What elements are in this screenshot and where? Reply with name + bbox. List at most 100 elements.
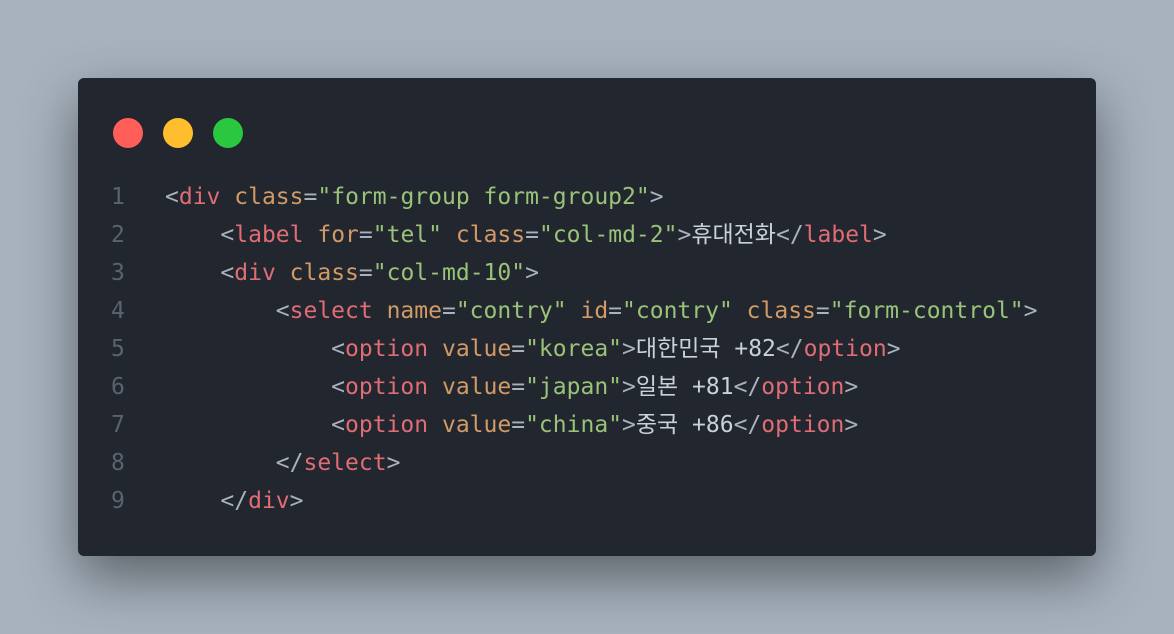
code-line: 8 </select> xyxy=(78,444,1096,482)
code-text: <option value="china">중국 +86</option> xyxy=(165,406,858,444)
code-token-str: "form-control" xyxy=(829,298,1024,324)
code-token-punc: = xyxy=(303,184,318,210)
code-token-str: "china" xyxy=(525,412,623,438)
code-token-punc: > xyxy=(289,488,304,514)
code-token-punc: < xyxy=(165,374,346,400)
code-token-attr: class xyxy=(746,298,816,324)
code-token-str: "korea" xyxy=(525,336,623,362)
code-token-punc xyxy=(733,298,747,324)
code-token-attr: value xyxy=(441,374,512,400)
line-number: 3 xyxy=(111,260,125,286)
line-number: 1 xyxy=(111,184,125,210)
code-block: 1 <div class="form-group form-group2"> 2 <… xyxy=(78,178,1096,520)
code-token-punc xyxy=(428,336,442,362)
code-token-tag: option xyxy=(345,374,429,400)
code-token-punc xyxy=(373,298,387,324)
code-token-tag: option xyxy=(345,412,429,438)
code-line: 7 <option value="china">중국 +86</option> xyxy=(78,406,1096,444)
code-token-punc: > xyxy=(622,374,636,400)
line-number: 9 xyxy=(111,488,125,514)
code-token-punc: </ xyxy=(775,336,804,362)
code-token-punc: = xyxy=(358,260,373,286)
code-token-attr: name xyxy=(386,298,442,324)
code-token-punc: > xyxy=(844,412,859,438)
code-token-punc: = xyxy=(358,222,373,248)
code-token-txt: 일본 +81 xyxy=(635,374,734,400)
code-token-punc: < xyxy=(165,336,346,362)
line-number: 2 xyxy=(111,222,125,248)
code-token-attr: for xyxy=(317,222,359,248)
code-token-tag: label xyxy=(803,222,873,248)
code-token-punc: = xyxy=(511,412,526,438)
code-token-punc: </ xyxy=(775,222,804,248)
code-token-punc: = xyxy=(608,298,623,324)
code-token-punc xyxy=(428,374,442,400)
line-number: 5 xyxy=(111,336,125,362)
code-token-punc: = xyxy=(511,336,526,362)
code-token-attr: value xyxy=(441,336,512,362)
code-token-attr: class xyxy=(234,184,304,210)
code-token-punc xyxy=(304,222,318,248)
line-number: 4 xyxy=(111,298,125,324)
code-line: 6 <option value="japan">일본 +81</option> xyxy=(78,368,1096,406)
code-token-punc: > xyxy=(886,336,901,362)
line-number: 7 xyxy=(111,412,125,438)
code-token-str: "contry" xyxy=(455,298,567,324)
code-token-punc: > xyxy=(386,450,401,476)
code-text: <select name="contry" id="contry" class=… xyxy=(165,292,1038,330)
code-token-punc: < xyxy=(165,222,235,248)
code-token-str: "tel" xyxy=(372,222,443,248)
code-text: <div class="form-group form-group2"> xyxy=(165,178,664,216)
code-text: <label for="tel" class="col-md-2">휴대전화</… xyxy=(165,216,887,254)
code-token-punc: < xyxy=(165,412,346,438)
code-token-punc xyxy=(567,298,581,324)
code-token-tag: label xyxy=(234,222,304,248)
code-token-punc xyxy=(220,184,234,210)
code-token-attr: value xyxy=(441,412,512,438)
code-token-punc: < xyxy=(165,184,179,210)
code-token-txt: 대한민국 +82 xyxy=(635,336,776,362)
code-token-punc: > xyxy=(677,222,692,248)
code-text: </div> xyxy=(165,482,304,520)
code-token-attr: class xyxy=(289,260,359,286)
code-token-tag: div xyxy=(178,184,221,210)
code-token-punc: > xyxy=(525,260,539,286)
code-token-punc xyxy=(276,260,290,286)
code-token-tag: option xyxy=(761,374,845,400)
code-token-txt: 중국 +86 xyxy=(635,412,734,438)
code-token-punc: </ xyxy=(165,488,249,514)
code-token-tag: option xyxy=(345,336,429,362)
code-line: 3 <div class="col-md-10"> xyxy=(78,254,1096,292)
window-controls xyxy=(113,118,263,148)
code-token-punc: = xyxy=(511,374,526,400)
code-token-punc: = xyxy=(525,222,539,248)
code-text: </select> xyxy=(165,444,401,482)
code-token-punc: = xyxy=(815,298,830,324)
close-dot-icon xyxy=(113,118,143,148)
minimize-dot-icon xyxy=(163,118,193,148)
code-token-punc: > xyxy=(622,336,636,362)
code-token-attr: id xyxy=(580,298,609,324)
code-text: <option value="japan">일본 +81</option> xyxy=(165,368,858,406)
code-line: 5 <option value="korea">대한민국 +82</option… xyxy=(78,330,1096,368)
code-token-punc: </ xyxy=(733,412,762,438)
code-token-str: "contry" xyxy=(622,298,733,324)
code-text: <div class="col-md-10"> xyxy=(165,254,539,292)
maximize-dot-icon xyxy=(213,118,243,148)
code-token-punc xyxy=(442,222,456,248)
code-token-tag: select xyxy=(303,450,387,476)
code-token-punc: > xyxy=(622,412,636,438)
code-line: 4 <select name="contry" id="contry" clas… xyxy=(78,292,1096,330)
code-token-punc xyxy=(428,412,442,438)
code-token-txt: 휴대전화 xyxy=(691,222,776,248)
code-token-tag: option xyxy=(803,336,887,362)
line-number: 8 xyxy=(111,450,125,476)
code-token-punc: </ xyxy=(733,374,762,400)
code-token-punc: > xyxy=(872,222,887,248)
code-token-punc: > xyxy=(844,374,859,400)
code-token-str: "col-md-2" xyxy=(538,222,678,248)
code-line: 1 <div class="form-group form-group2"> xyxy=(78,178,1096,216)
code-token-punc: < xyxy=(165,298,290,324)
code-token-punc: </ xyxy=(165,450,304,476)
code-token-tag: option xyxy=(761,412,845,438)
